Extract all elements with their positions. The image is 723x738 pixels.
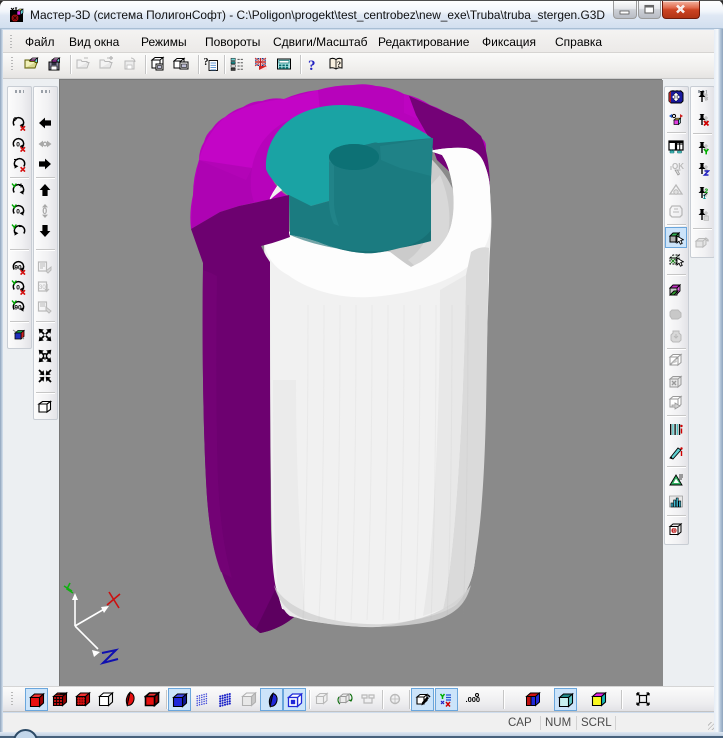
svg-text:30: 30 <box>39 285 46 291</box>
svg-text:0: 0 <box>16 208 20 215</box>
svg-text:0: 0 <box>704 91 708 97</box>
svg-text:?: ? <box>308 58 316 72</box>
svg-text:0: 0 <box>16 285 20 292</box>
svg-text:?: ? <box>204 57 209 68</box>
svg-text:0: 0 <box>42 206 47 216</box>
svg-text:0: 0 <box>673 528 676 534</box>
svg-text:0: 0 <box>16 141 20 148</box>
svg-text:?: ? <box>337 60 341 69</box>
svg-text:90: 90 <box>14 305 22 312</box>
svg-text:0: 0 <box>42 351 47 362</box>
